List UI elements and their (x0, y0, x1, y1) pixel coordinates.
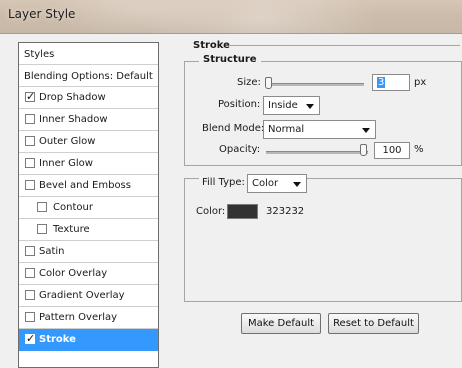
style-item-pattern-overlay[interactable]: Pattern Overlay (19, 307, 158, 329)
satin-checkbox[interactable] (25, 246, 35, 256)
style-item-outer-glow[interactable]: Outer Glow (19, 131, 158, 153)
size-value: 3 (377, 77, 386, 88)
inner-glow-checkbox[interactable] (25, 158, 35, 168)
structure-title: Structure (199, 54, 261, 65)
opacity-value: 100 (382, 145, 402, 156)
style-item-inner-glow[interactable]: Inner Glow (19, 153, 158, 175)
stroke-section-title: Stroke (193, 40, 230, 51)
style-item-label: Pattern Overlay (39, 312, 118, 323)
styles-header: Styles (19, 43, 158, 65)
style-item-satin[interactable]: Satin (19, 241, 158, 263)
inner-shadow-checkbox[interactable] (25, 114, 35, 124)
style-item-label: Gradient Overlay (39, 290, 125, 301)
fill-type-label: Fill Type: (199, 177, 248, 188)
outer-glow-checkbox[interactable] (25, 136, 35, 146)
blend-mode-label: Blend Mode: (202, 123, 265, 134)
style-item-texture[interactable]: Texture (19, 219, 158, 241)
texture-checkbox[interactable] (37, 224, 47, 234)
fill-type-groupbox (184, 178, 462, 302)
style-item-label: Texture (53, 224, 90, 235)
pattern-overlay-checkbox[interactable] (25, 312, 35, 322)
style-item-gradient-overlay[interactable]: Gradient Overlay (19, 285, 158, 307)
style-item-label: Drop Shadow (39, 92, 106, 103)
opacity-input[interactable]: 100 (374, 142, 410, 159)
drop-shadow-checkbox[interactable] (25, 90, 35, 103)
color-swatch[interactable] (227, 204, 258, 219)
color-overlay-checkbox[interactable] (25, 268, 35, 278)
position-label: Position: (218, 99, 261, 110)
window-title: Layer Style (8, 7, 76, 21)
style-item-color-overlay[interactable]: Color Overlay (19, 263, 158, 285)
chevron-down-icon (362, 128, 370, 133)
style-item-label: Color Overlay (39, 268, 108, 279)
opacity-slider-track[interactable] (266, 151, 368, 154)
blending-options-label: Blending Options: Default (24, 71, 153, 82)
stroke-checkbox[interactable] (25, 332, 35, 345)
style-item-bevel-emboss[interactable]: Bevel and Emboss (19, 175, 158, 197)
style-item-label: Satin (39, 246, 65, 257)
opacity-label: Opacity: (219, 144, 261, 155)
size-label: Size: (237, 77, 261, 88)
style-item-drop-shadow[interactable]: Drop Shadow (19, 87, 158, 109)
bevel-emboss-checkbox[interactable] (25, 180, 35, 190)
style-item-stroke[interactable]: Stroke (19, 329, 158, 351)
size-slider-thumb[interactable] (265, 77, 272, 89)
style-item-label: Outer Glow (39, 136, 96, 147)
style-item-label: Inner Shadow (39, 114, 108, 125)
size-input[interactable]: 3 (372, 74, 410, 91)
make-default-button[interactable]: Make Default (241, 313, 321, 334)
styles-header-label: Styles (24, 49, 55, 60)
position-value: Inside (268, 100, 298, 111)
fill-type-value: Color (252, 178, 279, 189)
size-slider-track[interactable] (266, 83, 364, 86)
color-label: Color: (196, 206, 226, 217)
opacity-unit: % (414, 144, 424, 155)
stroke-divider (230, 45, 460, 46)
gradient-overlay-checkbox[interactable] (25, 290, 35, 300)
title-bar[interactable]: Layer Style (0, 0, 462, 33)
style-item-inner-shadow[interactable]: Inner Shadow (19, 109, 158, 131)
dialog-body: Styles Blending Options: Default Drop Sh… (0, 33, 462, 368)
contour-checkbox[interactable] (37, 202, 47, 212)
size-unit: px (414, 77, 427, 88)
reset-to-default-button[interactable]: Reset to Default (328, 313, 419, 334)
chevron-down-icon (306, 104, 314, 109)
style-item-label: Contour (53, 202, 93, 213)
blending-options-item[interactable]: Blending Options: Default (19, 65, 158, 87)
fill-type-select[interactable]: Color (247, 174, 307, 193)
style-item-label: Stroke (39, 334, 76, 345)
position-select[interactable]: Inside (263, 96, 320, 115)
blend-mode-value: Normal (268, 124, 305, 135)
blend-mode-select[interactable]: Normal (263, 120, 376, 139)
opacity-slider-thumb[interactable] (360, 144, 367, 156)
color-hex: 323232 (266, 206, 305, 217)
style-item-label: Bevel and Emboss (39, 180, 131, 191)
chevron-down-icon (293, 182, 301, 187)
style-item-contour[interactable]: Contour (19, 197, 158, 219)
styles-list: Styles Blending Options: Default Drop Sh… (18, 42, 159, 368)
style-item-label: Inner Glow (39, 158, 93, 169)
